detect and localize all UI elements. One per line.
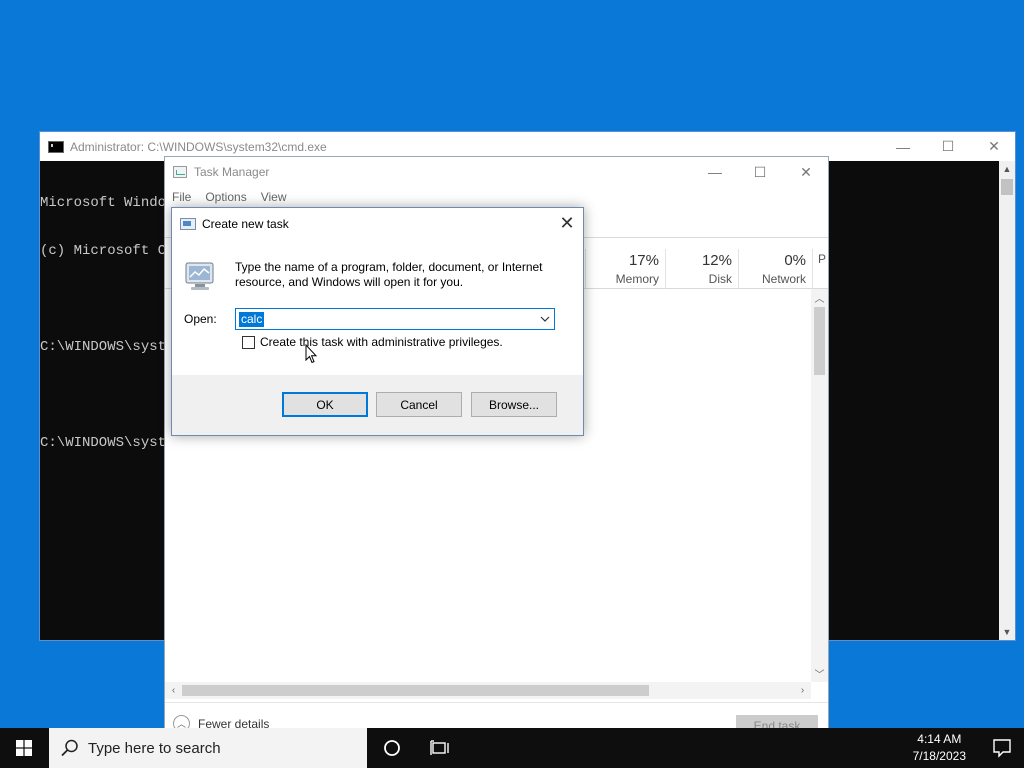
scroll-left-icon[interactable]: ‹ (165, 682, 182, 699)
menu-options[interactable]: Options (205, 190, 246, 204)
browse-button[interactable]: Browse... (471, 392, 557, 417)
column-network[interactable]: 0% Network (738, 249, 812, 289)
scroll-thumb[interactable] (814, 307, 825, 375)
cortana-circle-icon (384, 740, 400, 756)
tm-menu-bar: File Options View (165, 187, 828, 207)
search-placeholder: Type here to search (88, 739, 221, 757)
task-view-button[interactable] (416, 728, 464, 768)
tm-footer: ︿ Fewer details End task (165, 702, 828, 730)
open-combobox[interactable]: calc (235, 308, 555, 330)
windows-logo-icon (16, 740, 32, 756)
memory-label: Memory (615, 272, 659, 286)
task-manager-icon (173, 166, 187, 178)
task-view-icon (430, 740, 449, 755)
network-percent: 0% (784, 252, 806, 269)
tm-horizontal-scrollbar[interactable]: ‹ › (165, 682, 811, 699)
taskbar-search-box[interactable]: Type here to search (49, 728, 367, 768)
cmd-maximize-button[interactable]: ☐ (925, 132, 971, 161)
tm-title-bar[interactable]: Task Manager — ☐ ✕ (165, 157, 828, 187)
admin-privileges-checkbox[interactable] (242, 335, 255, 349)
run-program-icon (185, 262, 214, 290)
disk-percent: 12% (701, 252, 732, 269)
start-button[interactable] (0, 728, 48, 768)
scroll-up-icon[interactable]: ▲ (999, 161, 1015, 177)
scroll-up-icon[interactable]: ︿ (811, 289, 828, 306)
dialog-title: Create new task (202, 216, 289, 231)
clock-time: 4:14 AM (917, 732, 962, 746)
tm-maximize-button[interactable]: ☐ (737, 157, 783, 187)
open-input-value[interactable]: calc (239, 312, 265, 327)
scroll-thumb[interactable] (182, 685, 649, 696)
memory-percent: 17% (628, 252, 659, 269)
scroll-thumb[interactable] (1001, 179, 1013, 195)
cmd-scrollbar[interactable]: ▲ ▼ (999, 161, 1015, 640)
action-center-icon[interactable] (992, 738, 1012, 758)
scroll-right-icon[interactable]: › (794, 682, 811, 699)
cmd-close-button[interactable]: ✕ (971, 132, 1017, 161)
run-window-icon (180, 217, 196, 230)
menu-file[interactable]: File (172, 190, 191, 204)
dialog-close-button[interactable]: ✕ (551, 208, 583, 239)
power-label: P (818, 252, 827, 266)
tm-minimize-button[interactable]: — (692, 157, 738, 187)
tm-vertical-scrollbar[interactable]: ︿ ﹀ (811, 289, 828, 682)
disk-label: Disk (708, 272, 732, 286)
cmd-title: Administrator: C:\WINDOWS\system32\cmd.e… (70, 139, 327, 154)
column-disk[interactable]: 12% Disk (665, 249, 738, 289)
search-icon (61, 739, 78, 757)
cmd-icon (48, 140, 64, 153)
tm-close-button[interactable]: ✕ (783, 157, 828, 187)
dialog-title-bar[interactable]: Create new task ✕ (172, 208, 583, 239)
taskbar-clock[interactable]: 4:14 AM 7/18/2023 (913, 731, 966, 765)
cancel-button[interactable]: Cancel (376, 392, 462, 417)
scroll-down-icon[interactable]: ▼ (999, 624, 1015, 640)
taskbar: Type here to search 4:14 AM 7/18/2023 (0, 728, 1024, 768)
network-label: Network (761, 272, 806, 286)
scroll-down-icon[interactable]: ﹀ (811, 665, 828, 682)
dialog-description: Type the name of a program, folder, docu… (235, 260, 543, 289)
clock-date: 7/18/2023 (912, 749, 966, 763)
column-memory[interactable]: 17% Memory (585, 249, 665, 289)
cortana-button[interactable] (368, 728, 416, 768)
column-power[interactable]: P (812, 249, 828, 289)
cmd-minimize-button[interactable]: — (880, 132, 926, 161)
tm-title: Task Manager (194, 165, 270, 179)
open-label: Open: (184, 312, 217, 326)
admin-privileges-option[interactable]: Create this task with administrative pri… (242, 335, 503, 349)
mouse-cursor-icon (305, 344, 317, 364)
ok-button[interactable]: OK (282, 392, 368, 417)
create-new-task-dialog[interactable]: Create new task ✕ Type the name of a pro… (171, 207, 584, 436)
chevron-down-icon[interactable] (536, 309, 554, 329)
admin-privileges-label: Create this task with administrative pri… (260, 335, 503, 349)
menu-view[interactable]: View (261, 190, 287, 204)
